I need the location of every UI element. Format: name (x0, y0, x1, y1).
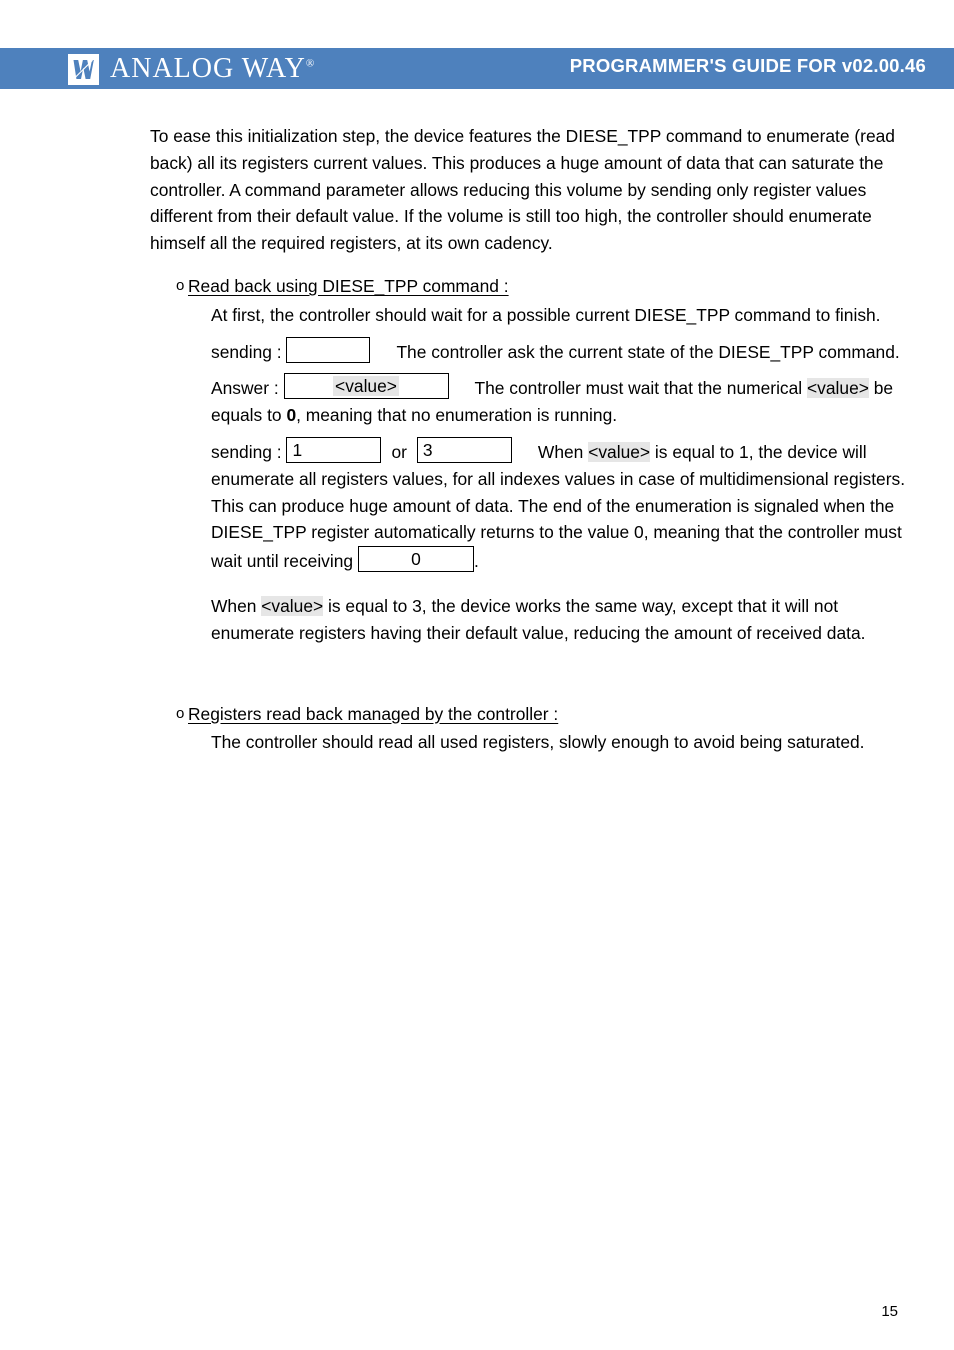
answer-value-token: <value> (333, 376, 399, 397)
sending-or-label: or (391, 441, 407, 462)
bullet-marker-icon: o (176, 704, 185, 722)
sending-note-1: The controller ask the current state of … (396, 341, 900, 362)
sending-line-2: sending : 1 or 3 When <value> is equal to 1… (211, 436, 922, 575)
section-heading-read-back: Read back using DIESE_TPP command : (188, 275, 509, 296)
answer-line: Answer : <value> The controller must wait… (211, 373, 922, 429)
document-body: To ease this initialization step, the de… (150, 123, 922, 764)
sending-label-2: sending : (211, 441, 282, 462)
sending-note-2-token: <value> (588, 441, 651, 462)
receiving-input-zero[interactable]: 0 (357, 546, 474, 573)
answer-label: Answer : (211, 378, 279, 399)
sending-input-1[interactable] (286, 336, 371, 363)
sending-input-2b[interactable]: 3 (416, 436, 512, 463)
when3-prefix: When (211, 595, 257, 616)
answer-note-token: <value> (807, 378, 869, 399)
para-when-value-3: When <value> is equal to 3, the device w… (211, 593, 922, 647)
brand-name-text: ANALOG WAY (110, 53, 306, 84)
answer-note-bold-zero: 0 (286, 405, 297, 426)
section-read-back-content: At first, the controller should wait for… (211, 302, 922, 647)
sending-line-1: sending : The controller ask the current… (211, 336, 922, 366)
answer-note-prefix: The controller must wait that the numeri… (474, 378, 803, 399)
section-registers-content: The controller should read all used regi… (211, 729, 922, 756)
guide-title: PROGRAMMER'S GUIDE FOR v02.00.46 (569, 55, 926, 76)
section-heading-registers-read-back: Registers read back managed by the contr… (188, 703, 559, 724)
sending-label-1: sending : (211, 341, 282, 362)
sending-input-2a[interactable]: 1 (286, 436, 382, 463)
answer-note-suffix-2: , meaning that no enumeration is running… (296, 405, 618, 426)
sending-note-2-when: When (537, 441, 584, 462)
page-number: 15 (881, 1303, 898, 1320)
when3-token: <value> (261, 595, 324, 616)
receiving-period: . (473, 551, 479, 572)
brand-logo: ANALOG WAY® (68, 50, 314, 88)
answer-input-value[interactable]: <value> (283, 373, 449, 400)
registered-mark: ® (305, 57, 315, 70)
bullet-item-registers-read-back: o Registers read back managed by the con… (150, 701, 922, 728)
section-separator (150, 655, 922, 689)
para-at-first: At first, the controller should wait for… (211, 304, 881, 325)
analog-way-logo-icon (68, 53, 99, 85)
para-controller-read: The controller should read all used regi… (211, 732, 865, 753)
brand-name: ANALOG WAY® (110, 55, 314, 83)
intro-paragraph: To ease this initialization step, the de… (150, 126, 895, 254)
bullet-item-read-back: o Read back using DIESE_TPP command : (150, 273, 922, 300)
bullet-marker-icon: o (176, 276, 185, 294)
